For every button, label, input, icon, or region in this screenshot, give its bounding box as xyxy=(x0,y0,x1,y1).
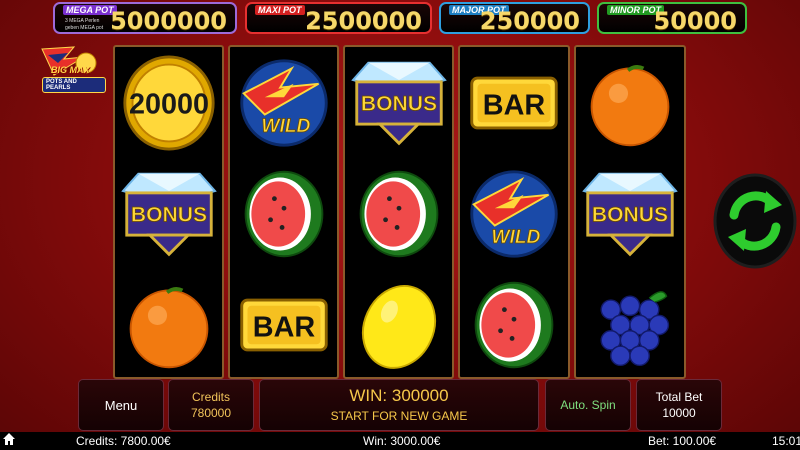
bonus-diamond-icon: BONUS xyxy=(350,61,447,145)
game-logo: BIG MAX POTS AND PEARLS xyxy=(34,45,106,97)
reel-symbol-bar: BAR xyxy=(460,47,568,158)
watermelon-icon xyxy=(359,170,438,257)
reel-symbol-wild-wolf: WILD xyxy=(230,47,337,158)
reel-symbol-watermelon xyxy=(230,158,337,269)
jackpot-bar: MEGA POT 3 MEGA Perlen geben MEGA pot 50… xyxy=(0,0,800,38)
watermelon-icon xyxy=(244,170,323,257)
reel-symbol-bonus-diamond: BONUS xyxy=(115,158,222,269)
reel-2: WILD BAR xyxy=(228,45,339,379)
credits-value: 780000 xyxy=(190,406,232,420)
grapes-icon xyxy=(600,290,670,366)
reel-symbol-bar: BAR xyxy=(230,269,337,380)
coin-value-text: 20000 xyxy=(128,88,208,120)
spin-arrows-icon xyxy=(713,173,797,269)
mega-pot-title: MEGA POT xyxy=(63,5,117,15)
bonus-diamond-icon: BONUS xyxy=(120,172,217,256)
mega-pot-value: 5000000 xyxy=(110,7,227,35)
reel-symbol-bonus-diamond: BONUS xyxy=(345,47,452,158)
logo-title: BIG MAX xyxy=(51,65,90,75)
reel-symbol-wild-wolf: WILD xyxy=(460,158,568,269)
auto-spin-label: Auto. Spin xyxy=(560,398,616,412)
status-credits: Credits: 7800.00€ xyxy=(76,434,171,448)
auto-spin-button[interactable]: Auto. Spin xyxy=(545,379,631,431)
start-new-game-label: START FOR NEW GAME xyxy=(330,409,468,423)
svg-text:BAR: BAR xyxy=(252,311,315,343)
major-pot: MAJOR POT 250000 xyxy=(439,2,590,35)
reel-symbol-watermelon xyxy=(460,269,568,380)
svg-text:BONUS: BONUS xyxy=(130,203,206,226)
minor-pot-value: 50000 xyxy=(653,7,738,35)
wild-wolf-icon: WILD xyxy=(239,58,328,147)
coin-20000-icon: 20000 xyxy=(122,54,215,151)
reel-symbol-watermelon xyxy=(345,158,452,269)
reel-3: BONUS xyxy=(343,45,454,379)
reel-symbol-grapes xyxy=(576,269,684,380)
reel-1: 20000 BONUS xyxy=(113,45,224,379)
total-bet-button[interactable]: Total Bet 10000 xyxy=(636,379,722,431)
status-win: Win: 3000.00€ xyxy=(363,434,441,448)
logo-subtitle: POTS AND PEARLS xyxy=(42,77,106,93)
status-bet: Bet: 100.00€ xyxy=(648,434,717,448)
win-amount: WIN: 300000 xyxy=(349,386,449,405)
spin-button[interactable] xyxy=(712,171,798,269)
mega-pot: MEGA POT 3 MEGA Perlen geben MEGA pot 50… xyxy=(53,2,237,35)
credits-label: Credits xyxy=(191,390,230,404)
home-icon[interactable] xyxy=(2,432,16,449)
reel-symbol-lemon xyxy=(345,269,452,380)
reel-symbol-coin-20000: 20000 xyxy=(115,47,222,158)
status-bar: Credits: 7800.00€ Win: 3000.00€ Bet: 100… xyxy=(0,432,800,450)
bar-icon: BAR xyxy=(470,76,558,129)
reel-5: BONUS xyxy=(574,45,686,379)
reel-4: BAR WILD xyxy=(458,45,570,379)
win-panel[interactable]: WIN: 300000 START FOR NEW GAME xyxy=(259,379,539,431)
minor-pot: MINOR POT 50000 xyxy=(597,2,747,35)
total-bet-value: 10000 xyxy=(662,406,696,420)
reel-symbol-orange xyxy=(115,269,222,380)
svg-text:BAR: BAR xyxy=(483,89,546,121)
mega-pot-note-2: geben MEGA pot xyxy=(65,25,104,31)
total-bet-label: Total Bet xyxy=(655,390,703,404)
watermelon-icon xyxy=(474,281,554,368)
svg-text:WILD: WILD xyxy=(491,226,540,247)
bonus-diamond-icon: BONUS xyxy=(582,172,678,256)
menu-button[interactable]: Menu xyxy=(78,379,164,431)
credits-panel: Credits 780000 xyxy=(168,379,254,431)
lemon-icon xyxy=(361,284,436,369)
reel-symbol-bonus-diamond: BONUS xyxy=(576,158,684,269)
svg-text:BONUS: BONUS xyxy=(360,92,436,115)
orange-icon xyxy=(129,286,208,368)
bar-icon: BAR xyxy=(239,298,328,351)
maxi-pot-title: MAXI POT xyxy=(255,5,305,15)
menu-label: Menu xyxy=(104,397,138,413)
wild-wolf-icon: WILD xyxy=(470,169,558,258)
reel-symbol-orange xyxy=(576,47,684,158)
mega-pot-note-1: 3 MEGA Perlen xyxy=(65,18,100,24)
maxi-pot: MAXI POT 2500000 xyxy=(245,2,432,35)
svg-text:WILD: WILD xyxy=(261,115,310,136)
svg-text:BONUS: BONUS xyxy=(592,203,668,226)
major-pot-value: 250000 xyxy=(479,7,580,35)
orange-icon xyxy=(590,64,670,146)
status-clock: 15:01 xyxy=(772,434,800,448)
maxi-pot-value: 2500000 xyxy=(305,7,422,35)
